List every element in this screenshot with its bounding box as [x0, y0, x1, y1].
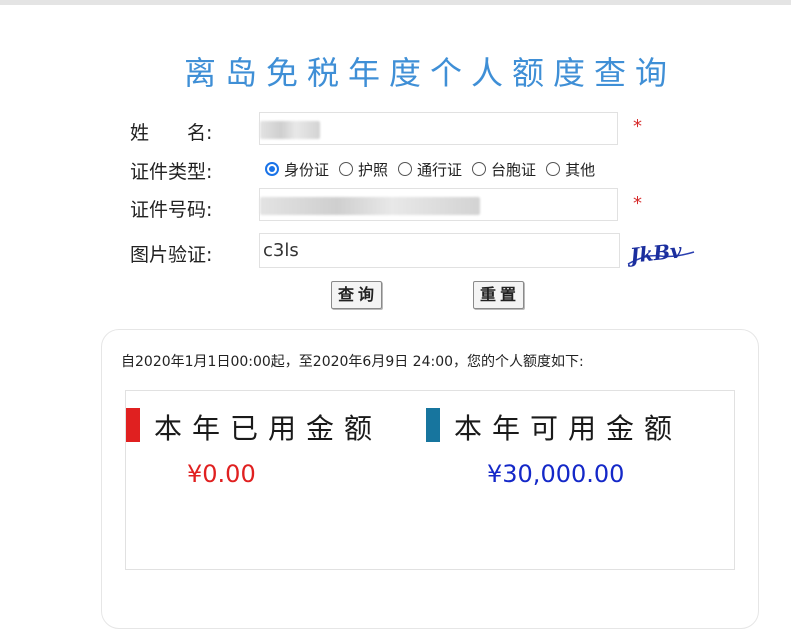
radio-circle[interactable]	[546, 162, 561, 176]
id-type-radio-group: 身份证 护照 通行证 台胞证 其他	[265, 158, 605, 180]
radio-circle[interactable]	[398, 162, 413, 176]
captcha-image-graphic: JkBv	[625, 238, 695, 268]
radio-id-card[interactable]: 身份证	[265, 159, 329, 180]
captcha-image[interactable]: JkBv	[625, 234, 696, 268]
reset-button[interactable]: 重置	[473, 281, 524, 309]
radio-label: 通行证	[417, 160, 463, 179]
used-amount-value: ¥0.00	[187, 460, 256, 488]
radio-passport[interactable]: 护照	[339, 159, 388, 180]
radio-circle[interactable]	[339, 162, 354, 176]
query-button[interactable]: 查询	[331, 281, 382, 309]
page-title: 离岛免税年度个人额度查询	[183, 54, 676, 92]
name-required-mark: *	[633, 116, 642, 137]
captcha-label: 图片验证:	[130, 244, 213, 266]
used-amount-label: 本年已用金额	[154, 412, 383, 445]
available-amount-label: 本年可用金额	[454, 412, 683, 445]
radio-other[interactable]: 其他	[546, 159, 595, 180]
redacted-id-number	[260, 197, 480, 215]
id-number-field[interactable]	[259, 188, 618, 221]
available-amount-value: ¥30,000.00	[487, 460, 625, 488]
redacted-name	[260, 121, 320, 139]
captcha-text: JkBv	[626, 238, 683, 268]
radio-label: 台胞证	[491, 160, 537, 179]
radio-taiwan-permit[interactable]: 台胞证	[472, 159, 536, 180]
id-number-required-mark: *	[633, 193, 642, 214]
radio-circle-checked[interactable]	[265, 162, 279, 176]
radio-travel-permit[interactable]: 通行证	[398, 159, 462, 180]
captcha-input[interactable]: c3ls	[259, 233, 620, 268]
name-label: 姓 名:	[130, 122, 213, 144]
available-amount-bar-icon	[426, 408, 440, 442]
top-bar	[0, 0, 791, 5]
quota-period-note: 自2020年1月1日00:00起，至2020年6月9日 24:00，您的个人额度…	[121, 354, 584, 370]
radio-label: 护照	[358, 160, 389, 179]
used-amount-bar-icon	[126, 408, 140, 442]
radio-label: 其他	[565, 160, 596, 179]
radio-label: 身份证	[284, 160, 330, 179]
name-field[interactable]	[259, 112, 618, 145]
id-number-label: 证件号码:	[130, 199, 213, 221]
id-type-label: 证件类型:	[130, 161, 213, 183]
radio-circle[interactable]	[472, 162, 487, 176]
